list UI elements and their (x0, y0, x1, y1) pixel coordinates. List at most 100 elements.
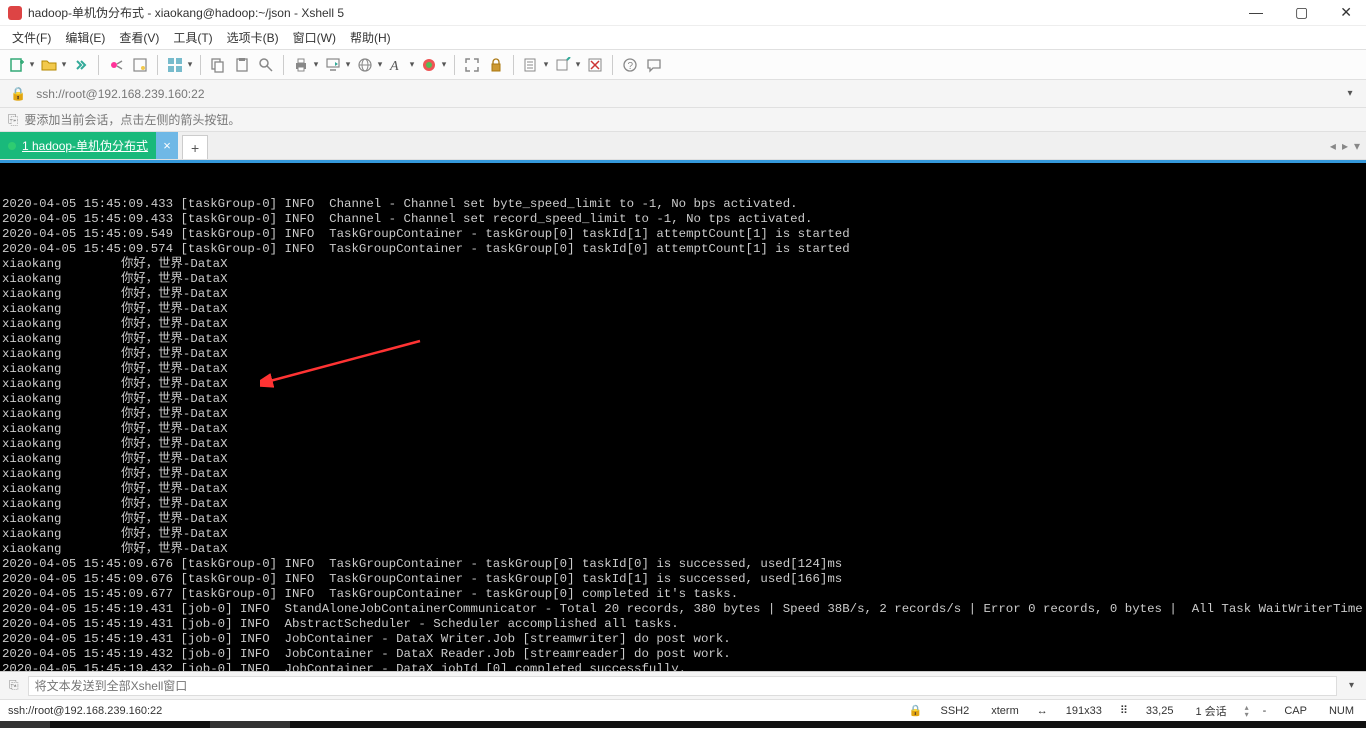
menu-tools[interactable]: 工具(T) (173, 29, 212, 46)
reconnect-icon[interactable] (70, 54, 92, 76)
tab-prev-icon[interactable]: ◂ (1330, 139, 1336, 153)
terminal-line: 2020-04-05 15:45:09.433 [taskGroup-0] IN… (2, 212, 1364, 227)
tab-nav: ◂ ▸ ▾ (1324, 132, 1366, 159)
status-lock-icon: 🔒 (909, 704, 923, 717)
terminal-line: xiaokang 你好，世界-DataX (2, 407, 1364, 422)
terminal-line: xiaokang 你好，世界-DataX (2, 452, 1364, 467)
help-icon[interactable]: ? (619, 54, 641, 76)
dropdown-icon[interactable]: ▾ (440, 59, 448, 70)
maximize-button[interactable]: ▢ (1289, 2, 1314, 23)
minimize-button[interactable]: — (1243, 2, 1269, 23)
info-arrow-icon[interactable]: ⎘ (8, 112, 18, 128)
terminal-line: xiaokang 你好，世界-DataX (2, 512, 1364, 527)
status-cursor: 33,25 (1142, 705, 1178, 717)
info-bar: ⎘ 要添加当前会话，点击左侧的箭头按钮。 (0, 108, 1366, 132)
send-dropdown[interactable]: ▾ (1343, 680, 1360, 691)
dropdown-icon[interactable]: ▾ (28, 59, 36, 70)
tab-status-dot (8, 142, 16, 150)
dropdown-icon[interactable]: ▾ (312, 59, 320, 70)
menu-file[interactable]: 文件(F) (12, 29, 51, 46)
menu-help[interactable]: 帮助(H) (350, 29, 391, 46)
menu-window[interactable]: 窗口(W) (293, 29, 336, 46)
status-size: 191x33 (1062, 705, 1106, 717)
address-dropdown[interactable]: ▾ (1340, 88, 1360, 99)
app-icon (8, 6, 22, 20)
tile-icon[interactable] (164, 54, 186, 76)
tab-label: 1 hadoop-单机伪分布式 (22, 137, 148, 154)
menu-tabs[interactable]: 选项卡(B) (227, 29, 279, 46)
terminal-line: xiaokang 你好，世界-DataX (2, 332, 1364, 347)
window-controls: — ▢ ✕ (1243, 2, 1358, 23)
status-cursor-icon: ⠿ (1120, 704, 1128, 717)
new-tab-button[interactable]: + (182, 135, 208, 159)
status-bar: ssh://root@192.168.239.160:22 🔒 SSH2 xte… (0, 699, 1366, 721)
dropdown-icon[interactable]: ▾ (408, 59, 416, 70)
separator (98, 55, 99, 75)
status-connection: ssh://root@192.168.239.160:22 (8, 705, 895, 717)
separator (157, 55, 158, 75)
chat-icon[interactable] (643, 54, 665, 76)
status-sessions: 1 会话 (1191, 703, 1230, 719)
address-bar: 🔒 ssh://root@192.168.239.160:22 ▾ (0, 80, 1366, 108)
menu-view[interactable]: 查看(V) (119, 29, 159, 46)
terminal-line: 2020-04-05 15:45:19.431 [job-0] INFO Abs… (2, 617, 1364, 632)
terminal-line: 2020-04-05 15:45:09.677 [taskGroup-0] IN… (2, 587, 1364, 602)
dropdown-icon[interactable]: ▾ (186, 59, 194, 70)
find-icon[interactable] (255, 54, 277, 76)
clear-icon[interactable] (584, 54, 606, 76)
fullscreen-icon[interactable] (461, 54, 483, 76)
window-title: hadoop-单机伪分布式 - xiaokang@hadoop:~/json -… (28, 4, 1243, 21)
address-text[interactable]: ssh://root@192.168.239.160:22 (36, 87, 1334, 101)
terminal-line: 2020-04-05 15:45:09.433 [taskGroup-0] IN… (2, 197, 1364, 212)
status-sep: - (1263, 705, 1267, 717)
tab-close-button[interactable]: × (156, 132, 178, 159)
dropdown-icon[interactable]: ▾ (542, 59, 550, 70)
terminal-line: xiaokang 你好，世界-DataX (2, 467, 1364, 482)
new-session-icon[interactable] (6, 54, 28, 76)
dropdown-icon[interactable]: ▾ (60, 59, 68, 70)
terminal-line: 2020-04-05 15:45:09.574 [taskGroup-0] IN… (2, 242, 1364, 257)
compose-icon[interactable] (552, 54, 574, 76)
transfer-icon[interactable] (322, 54, 344, 76)
open-folder-icon[interactable] (38, 54, 60, 76)
svg-text:A: A (389, 59, 399, 73)
terminal-line: xiaokang 你好，世界-DataX (2, 272, 1364, 287)
status-num: NUM (1325, 705, 1358, 717)
send-input[interactable] (28, 676, 1337, 696)
terminal-line: xiaokang 你好，世界-DataX (2, 542, 1364, 557)
copy-icon[interactable] (207, 54, 229, 76)
tab-list-icon[interactable]: ▾ (1354, 139, 1360, 153)
dropdown-icon[interactable]: ▾ (574, 59, 582, 70)
color-icon[interactable] (418, 54, 440, 76)
properties-icon[interactable] (129, 54, 151, 76)
menu-edit[interactable]: 编辑(E) (65, 29, 105, 46)
disconnect-icon[interactable] (105, 54, 127, 76)
terminal-line: xiaokang 你好，世界-DataX (2, 257, 1364, 272)
terminal-line: xiaokang 你好，世界-DataX (2, 497, 1364, 512)
lock-icon[interactable] (485, 54, 507, 76)
separator (513, 55, 514, 75)
terminal-line: xiaokang 你好，世界-DataX (2, 482, 1364, 497)
tab-next-icon[interactable]: ▸ (1342, 139, 1348, 153)
font-icon[interactable]: A (386, 54, 408, 76)
svg-text:?: ? (628, 61, 634, 72)
globe-icon[interactable] (354, 54, 376, 76)
terminal-line: xiaokang 你好，世界-DataX (2, 527, 1364, 542)
paste-icon[interactable] (231, 54, 253, 76)
close-button[interactable]: ✕ (1334, 2, 1358, 23)
terminal-line: 2020-04-05 15:45:09.676 [taskGroup-0] IN… (2, 557, 1364, 572)
lock-icon: 🔒 (6, 86, 30, 102)
terminal-line: xiaokang 你好，世界-DataX (2, 287, 1364, 302)
script-icon[interactable] (520, 54, 542, 76)
print-icon[interactable] (290, 54, 312, 76)
tab-active[interactable]: 1 hadoop-单机伪分布式 (0, 132, 156, 159)
dropdown-icon[interactable]: ▾ (344, 59, 352, 70)
send-bar: ⎘ ▾ (0, 671, 1366, 699)
dropdown-icon[interactable]: ▾ (376, 59, 384, 70)
send-toggle-icon[interactable]: ⎘ (6, 678, 22, 693)
toolbar: ▾ ▾ ▾ ▾ ▾ ▾ A ▾ ▾ ▾ ▾ ? (0, 50, 1366, 80)
terminal-output[interactable]: 2020-04-05 15:45:09.433 [taskGroup-0] IN… (0, 163, 1366, 671)
terminal-line: 2020-04-05 15:45:09.549 [taskGroup-0] IN… (2, 227, 1364, 242)
terminal-line: xiaokang 你好，世界-DataX (2, 422, 1364, 437)
terminal-line: 2020-04-05 15:45:09.676 [taskGroup-0] IN… (2, 572, 1364, 587)
